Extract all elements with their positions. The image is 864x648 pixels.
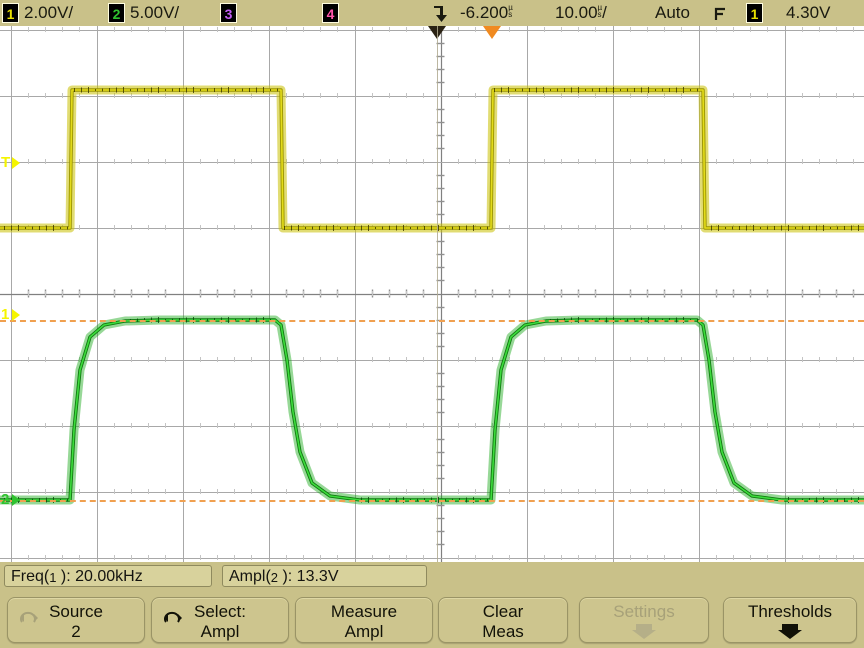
- trigger-source-badge[interactable]: 1: [746, 3, 763, 23]
- softkey-thresholds-down-arrow-icon: [777, 623, 803, 641]
- softkey-source-label-line2: 2: [71, 622, 81, 641]
- softkey-settings-label-line1: Settings: [613, 602, 675, 621]
- rising-edge-icon: [712, 1, 730, 28]
- trigger-level-marker-label: T: [1, 154, 11, 171]
- timebase-value: 10.00 µ s /: [555, 3, 607, 22]
- channel-1-ground-marker-label: 1: [1, 306, 10, 323]
- softkey-settings-down-arrow-icon: [631, 623, 657, 641]
- status-bar: 1 2.00V/2 5.00V/3 4 -6.200 µ s 10.00 µ s / Auto 1 4.3…: [0, 0, 864, 26]
- channel-3-badge[interactable]: 3: [220, 3, 237, 23]
- softkey-settings[interactable]: Settings: [579, 597, 709, 643]
- delay-position-marker[interactable]: [483, 26, 501, 39]
- softkey-select-label-line2: Ampl: [200, 622, 240, 641]
- channel-2-scale: 5.00V/: [130, 3, 180, 22]
- trigger-level-marker-arrow: [12, 157, 20, 169]
- delay-value: -6.200 µ s: [460, 3, 513, 22]
- trace-channel-1: [0, 88, 864, 230]
- trigger-position-stem: [437, 26, 438, 562]
- softkey-thresholds-label-line1: Thresholds: [747, 602, 833, 621]
- channel-4-badge[interactable]: 4: [322, 3, 339, 23]
- trigger-level-marker[interactable]: T: [0, 153, 22, 173]
- waveform-graticule[interactable]: T 1 2: [0, 26, 864, 562]
- softkey-measure-label-line2: Ampl: [344, 622, 384, 641]
- channel-2-ground-marker-arrow: [12, 494, 20, 506]
- waveform-traces: [0, 85, 864, 505]
- channel-2-ground-marker[interactable]: 2: [0, 490, 22, 510]
- softkey-measure-label-line1: Measure: [330, 602, 398, 621]
- delay-marker-icon: [430, 0, 450, 29]
- upper-threshold: [0, 320, 864, 322]
- lower-threshold: [0, 500, 864, 502]
- measurement-bar: Freq(1 ): 20.00kHz Ampl(2 ): 13.3V: [0, 562, 864, 592]
- sweep-mode[interactable]: Auto: [655, 2, 690, 24]
- trigger-level: 4.30V: [786, 3, 831, 22]
- softkey-clear-meas[interactable]: Clear Meas: [438, 597, 568, 643]
- channel-1-ground-marker[interactable]: 1: [0, 305, 22, 325]
- measurement-freq-ch1[interactable]: Freq(1 ): 20.00kHz: [4, 565, 212, 587]
- channel-1-scale: 2.00V/: [24, 3, 74, 22]
- channel-2-badge[interactable]: 2: [108, 3, 125, 23]
- softkey-clear-meas-label-line1: Clear: [482, 602, 524, 621]
- softkey-thresholds[interactable]: Thresholds: [723, 597, 857, 643]
- softkey-select-label-line1: Select:: [194, 602, 246, 621]
- softkey-clear-meas-label-line2: Meas: [482, 622, 524, 641]
- softkey-select[interactable]: Select: Ampl: [151, 597, 289, 643]
- softkey-measure[interactable]: Measure Ampl: [295, 597, 433, 643]
- channel-2-ground-marker-label: 2: [1, 491, 10, 508]
- softkey-bar: Source 2 Select: Ampl Measure Ampl Clear Meas Se…: [0, 594, 864, 648]
- measurement-ampl-ch2[interactable]: Ampl(2 ): 13.3V: [222, 565, 427, 587]
- softkey-source-label-line1: Source: [49, 602, 103, 621]
- channel-1-badge[interactable]: 1: [2, 3, 19, 23]
- channel-1-ground-marker-arrow: [12, 309, 20, 321]
- oscilloscope-screen: 1 2.00V/2 5.00V/3 4 -6.200 µ s 10.00 µ s / Auto 1 4.3…: [0, 0, 864, 648]
- softkey-source[interactable]: Source 2: [7, 597, 145, 643]
